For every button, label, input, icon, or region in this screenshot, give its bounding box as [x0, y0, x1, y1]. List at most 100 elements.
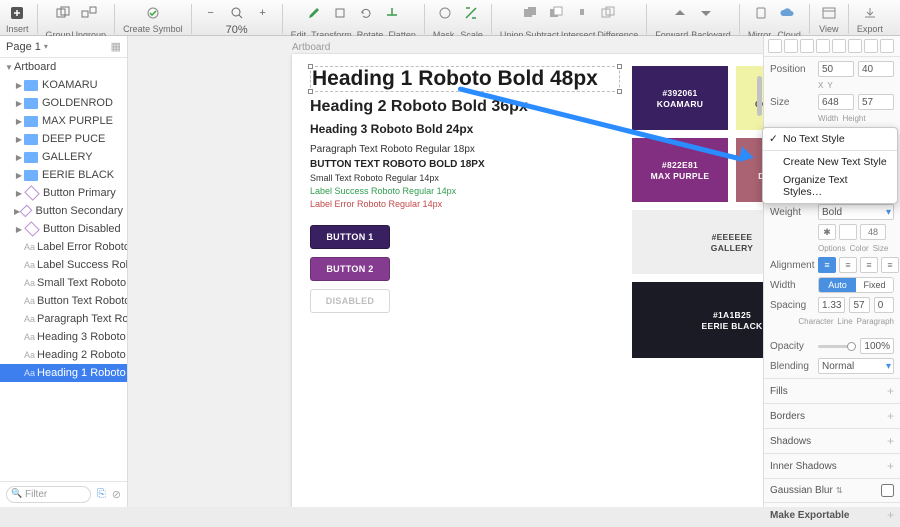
mirror-button[interactable] — [750, 3, 772, 23]
layer-item[interactable]: EERIE BLACK — [0, 166, 127, 184]
artboard[interactable]: Heading 1 Roboto Bold 48px Heading 2 Rob… — [292, 54, 764, 507]
filter-lock-icon[interactable]: ⊘ — [112, 488, 121, 501]
swatch[interactable]: #AA6373DEEP PUCE — [736, 138, 764, 202]
filter-toggle-icon[interactable]: ⎘ — [97, 488, 106, 501]
width-field[interactable]: 648 — [818, 94, 854, 110]
distribute-h-icon[interactable] — [864, 39, 878, 53]
cloud-button[interactable] — [776, 3, 798, 23]
width-fixed[interactable]: Fixed — [856, 278, 893, 292]
label-error[interactable]: Label Error Roboto Regular 14px — [310, 199, 620, 209]
pos-y-field[interactable]: 40 — [858, 61, 894, 77]
opacity-field[interactable]: 100% — [860, 338, 894, 354]
export-button[interactable] — [859, 3, 881, 23]
heading-3[interactable]: Heading 3 Roboto Bold 24px — [310, 122, 620, 136]
make-exportable[interactable]: Make Exportable+ — [764, 502, 900, 527]
layer-text-item[interactable]: AaButton Text Roboto… — [0, 292, 127, 310]
layer-text-item[interactable]: AaHeading 2 Roboto… — [0, 346, 127, 364]
flatten-button[interactable] — [381, 3, 403, 23]
zoom-in-button[interactable]: + — [252, 3, 274, 23]
borders-section[interactable]: Borders+ — [764, 403, 900, 428]
pos-x-field[interactable]: 50 — [818, 61, 854, 77]
shadows-section[interactable]: Shadows+ — [764, 428, 900, 453]
ungroup-button[interactable] — [78, 3, 100, 23]
small-text[interactable]: Small Text Roboto Regular 14px — [310, 173, 620, 183]
group-button[interactable] — [52, 3, 74, 23]
heading-1[interactable]: Heading 1 Roboto Bold 48px — [310, 66, 620, 92]
layer-artboard[interactable]: Artboard — [0, 58, 127, 76]
union-button[interactable] — [519, 3, 541, 23]
char-spacing-field[interactable]: 1.33 — [818, 297, 845, 313]
layer-text-item[interactable]: AaHeading 3 Roboto… — [0, 328, 127, 346]
weight-select[interactable]: Bold▾ — [818, 204, 894, 220]
layer-item[interactable]: Button Disabled — [0, 220, 127, 238]
layer-text-item[interactable]: AaSmall Text Roboto… — [0, 274, 127, 292]
layer-item[interactable]: Button Secondary — [0, 202, 127, 220]
button-primary[interactable]: BUTTON 1 — [310, 225, 390, 249]
button-disabled[interactable]: DISABLED — [310, 289, 390, 313]
zoom-icon[interactable] — [226, 3, 248, 23]
text-align-justify[interactable]: ≡ — [881, 257, 899, 273]
intersect-button[interactable] — [571, 3, 593, 23]
mask-button[interactable] — [434, 3, 456, 23]
text-align-left[interactable]: ≡ — [818, 257, 836, 273]
edit-button[interactable] — [303, 3, 325, 23]
subtract-button[interactable] — [545, 3, 567, 23]
layer-item[interactable]: Button Primary — [0, 184, 127, 202]
para-spacing-field[interactable]: 0 — [874, 297, 894, 313]
width-auto[interactable]: Auto — [819, 278, 856, 292]
create-symbol-button[interactable] — [142, 3, 164, 23]
layer-item[interactable]: MAX PURPLE — [0, 112, 127, 130]
align-right-icon[interactable] — [800, 39, 814, 53]
difference-button[interactable] — [597, 3, 619, 23]
font-size-field[interactable]: 48 — [860, 224, 886, 240]
backward-button[interactable] — [695, 3, 717, 23]
align-bottom-icon[interactable] — [848, 39, 862, 53]
label-success[interactable]: Label Success Roboto Regular 14px — [310, 186, 620, 196]
heading-2[interactable]: Heading 2 Roboto Bold 36px — [310, 98, 620, 116]
swatch[interactable]: #1A1B25EERIE BLACK — [632, 282, 764, 358]
page-selector[interactable]: Page 1 — [6, 41, 41, 53]
layer-item[interactable]: GOLDENROD — [0, 94, 127, 112]
insert-button[interactable] — [6, 3, 28, 23]
artboard-label[interactable]: Artboard — [292, 42, 330, 53]
opacity-slider[interactable] — [818, 345, 856, 348]
swatch[interactable]: #822E81MAX PURPLE — [632, 138, 728, 202]
layer-text-item[interactable]: AaLabel Success Rob… — [0, 256, 127, 274]
zoom-out-button[interactable]: − — [200, 3, 222, 23]
line-spacing-field[interactable]: 57 — [849, 297, 869, 313]
menu-no-text-style[interactable]: No Text Style — [763, 130, 897, 148]
layer-text-item[interactable]: AaHeading 1 Roboto… — [0, 364, 127, 382]
text-align-right[interactable]: ≡ — [860, 257, 878, 273]
text-options-button[interactable]: ✱ — [818, 224, 836, 240]
text-align-center[interactable]: ≡ — [839, 257, 857, 273]
paragraph-text[interactable]: Paragraph Text Roboto Regular 18px — [310, 144, 620, 155]
align-top-icon[interactable] — [816, 39, 830, 53]
layer-text-item[interactable]: AaParagraph Text Ro… — [0, 310, 127, 328]
swatch[interactable]: #392061KOAMARU — [632, 66, 728, 130]
gaussian-blur-section[interactable]: Gaussian Blur⇅ — [764, 478, 900, 502]
text-color-chip[interactable] — [839, 224, 857, 240]
scale-button[interactable] — [460, 3, 482, 23]
canvas[interactable]: Artboard Heading 1 Roboto Bold 48px Head… — [128, 36, 764, 507]
layer-item[interactable]: DEEP PUCE — [0, 130, 127, 148]
menu-organize-text-styles[interactable]: Organize Text Styles… — [763, 171, 897, 201]
scrollbar-thumb[interactable] — [757, 76, 762, 116]
button-text-label[interactable]: BUTTON TEXT ROBOTO BOLD 18PX — [310, 159, 620, 170]
layer-text-item[interactable]: AaLabel Error Roboto R — [0, 238, 127, 256]
distribute-v-icon[interactable] — [880, 39, 894, 53]
align-left-icon[interactable] — [768, 39, 782, 53]
layer-item[interactable]: GALLERY — [0, 148, 127, 166]
pages-grid-icon[interactable]: ▦ — [111, 40, 121, 53]
align-hcenter-icon[interactable] — [784, 39, 798, 53]
inner-shadows-section[interactable]: Inner Shadows+ — [764, 453, 900, 478]
filter-input[interactable]: Filter — [6, 486, 91, 503]
blending-select[interactable]: Normal▾ — [818, 358, 894, 374]
height-field[interactable]: 57 — [858, 94, 894, 110]
forward-button[interactable] — [669, 3, 691, 23]
align-vcenter-icon[interactable] — [832, 39, 846, 53]
button-secondary[interactable]: BUTTON 2 — [310, 257, 390, 281]
view-button[interactable] — [818, 3, 840, 23]
transform-button[interactable] — [329, 3, 351, 23]
swatch[interactable]: #EEEEEEGALLERY — [632, 210, 764, 274]
menu-create-text-style[interactable]: Create New Text Style — [763, 153, 897, 171]
